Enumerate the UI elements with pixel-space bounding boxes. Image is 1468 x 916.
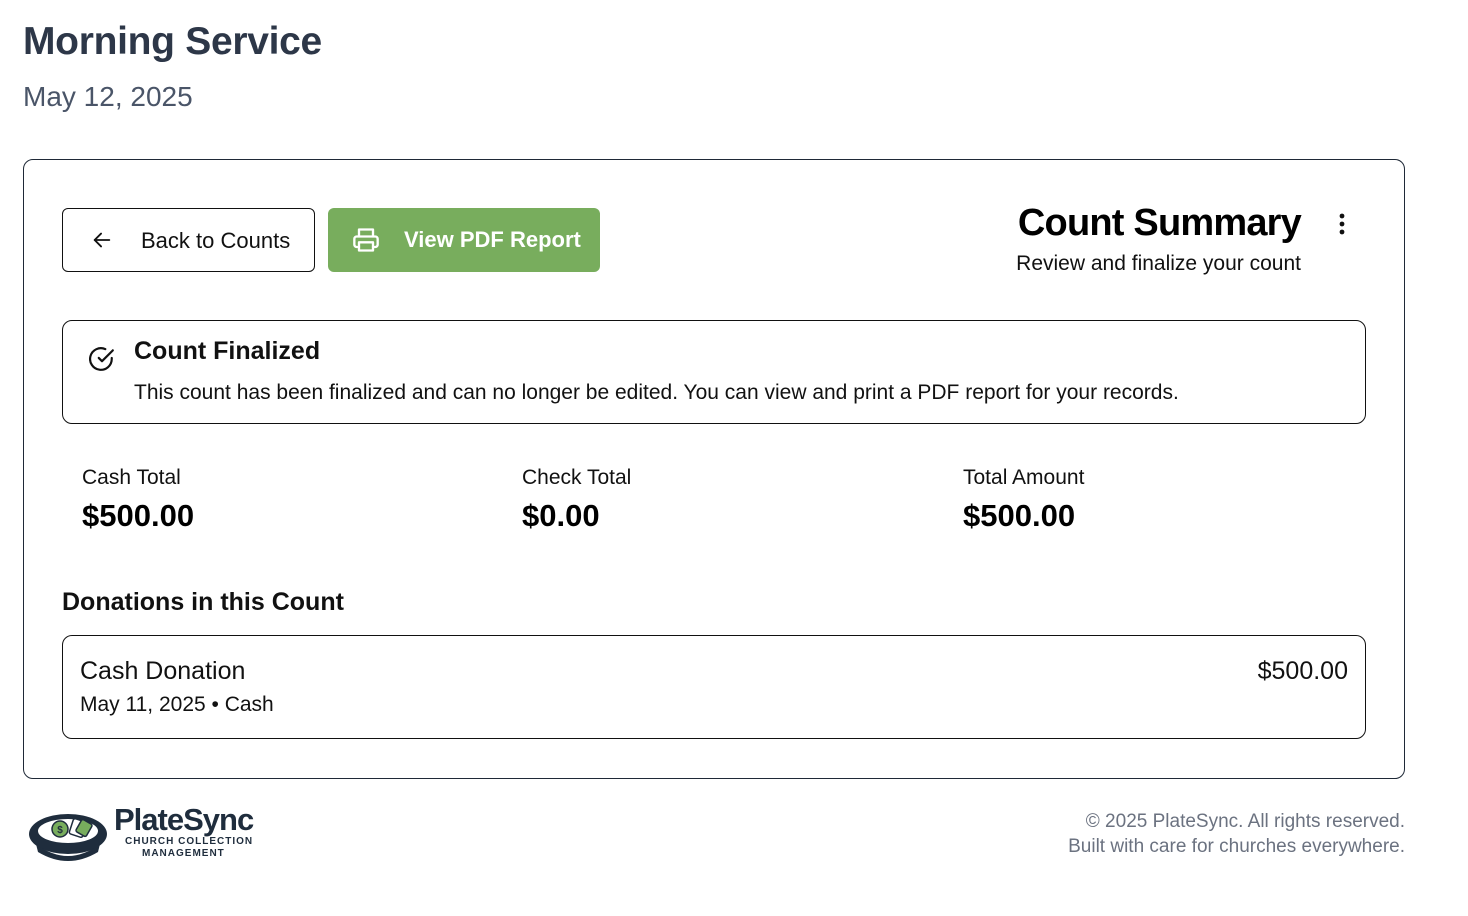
page-title: Morning Service xyxy=(23,20,322,63)
check-circle-icon xyxy=(89,347,114,371)
count-summary-card: Back to Counts View PDF Report Count Sum… xyxy=(23,159,1405,779)
stat-cash-total: Cash Total $500.00 xyxy=(82,466,194,534)
logo-tagline: MANAGEMENT xyxy=(142,848,225,859)
stat-value: $500.00 xyxy=(82,498,195,533)
footer-text: © 2025 PlateSync. All rights reserved. B… xyxy=(1068,809,1405,859)
alert-message: This count has been finalized and can no… xyxy=(134,381,1179,404)
pdf-button-label: View PDF Report xyxy=(404,227,581,252)
stat-check-total: Check Total $0.00 xyxy=(522,466,631,534)
back-button-label: Back to Counts xyxy=(141,228,291,253)
printer-icon xyxy=(353,228,379,252)
collection-plate-icon: $ xyxy=(29,814,107,861)
donation-amount: $500.00 xyxy=(1257,657,1348,685)
stat-label: Cash Total xyxy=(82,466,181,489)
finalized-alert: Count Finalized This count has been fina… xyxy=(62,320,1366,424)
page-date: May 12, 2025 xyxy=(23,81,193,112)
platesync-logo: $ PlateSync CHURCH COLLECTION MANAGEMENT xyxy=(26,802,262,866)
logo-tagline: CHURCH COLLECTION xyxy=(125,836,254,847)
donations-heading: Donations in this Count xyxy=(62,588,344,616)
footer-note: Built with care for churches everywhere. xyxy=(1068,836,1405,857)
arrow-left-icon xyxy=(93,232,111,248)
stat-value: $0.00 xyxy=(522,498,600,533)
footer-copyright: © 2025 PlateSync. All rights reserved. xyxy=(1085,811,1405,832)
donation-name: Cash Donation xyxy=(80,657,246,685)
stat-label: Check Total xyxy=(522,466,632,489)
stat-total-amount: Total Amount $500.00 xyxy=(963,466,1084,534)
logo-brand: PlateSync xyxy=(114,802,254,837)
stat-label: Total Amount xyxy=(963,466,1085,489)
alert-title: Count Finalized xyxy=(134,337,321,365)
stat-value: $500.00 xyxy=(963,498,1076,533)
donation-meta: May 11, 2025 • Cash xyxy=(80,693,274,716)
back-to-counts-button[interactable]: Back to Counts xyxy=(62,208,315,272)
summary-subtitle: Review and finalize your count xyxy=(1016,252,1301,275)
svg-text:$: $ xyxy=(57,825,63,836)
view-pdf-report-button[interactable]: View PDF Report xyxy=(328,208,600,272)
donation-list-item[interactable]: Cash Donation May 11, 2025 • Cash $500.0… xyxy=(62,635,1366,739)
summary-title: Count Summary xyxy=(1017,202,1302,244)
more-vertical-icon[interactable] xyxy=(1332,210,1352,238)
